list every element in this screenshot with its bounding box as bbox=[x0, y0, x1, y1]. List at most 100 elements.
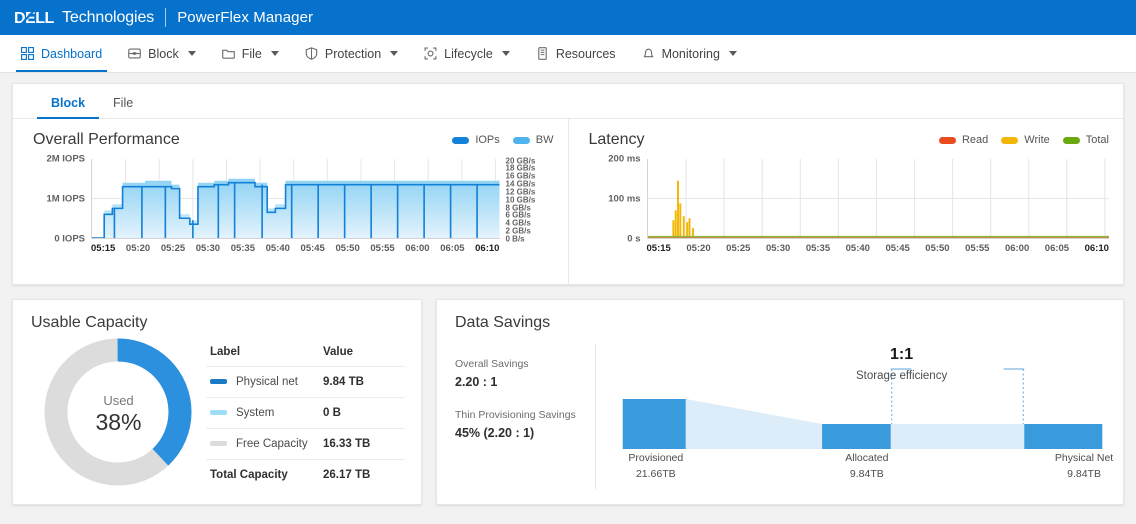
latency-title: Latency bbox=[588, 131, 645, 148]
iops-y-axis: 2M IOPS 1M IOPS 0 IOPS bbox=[33, 154, 91, 245]
legend-item-read[interactable]: Read bbox=[938, 134, 989, 146]
tab-label: Block bbox=[51, 96, 86, 110]
latency-chart: 200 ms 100 ms 0 s 05:15 05:20 05:25 05:3… bbox=[589, 154, 1110, 254]
nav-item-monitoring[interactable]: Monitoring bbox=[629, 35, 750, 72]
latency-legend: Read Write Total bbox=[938, 134, 1109, 146]
capacity-donut-chart[interactable]: Used 38% bbox=[31, 334, 206, 494]
x-tick: 05:30 bbox=[195, 243, 221, 254]
thin-provisioning-label: Thin Provisioning Savings bbox=[455, 409, 576, 421]
y-tick: 2M IOPS bbox=[46, 153, 85, 165]
x-tick: 05:50 bbox=[925, 243, 950, 254]
legend-item-write[interactable]: Write bbox=[1001, 134, 1050, 146]
table-row[interactable]: System 0 B bbox=[206, 397, 405, 429]
legend-item-iops[interactable]: IOPs bbox=[452, 134, 500, 146]
col-header-label: Label bbox=[210, 346, 241, 358]
data-savings-title: Data Savings bbox=[455, 314, 551, 331]
capacity-type-tabs: Block File bbox=[13, 84, 1123, 119]
y-tick: 100 ms bbox=[608, 193, 641, 205]
x-tick: 05:55 bbox=[965, 243, 990, 254]
nav-item-lifecycle[interactable]: Lifecycle bbox=[411, 35, 523, 72]
x-tick: 05:15 bbox=[91, 243, 116, 254]
latency-header: Latency Read Write Total bbox=[589, 131, 1110, 149]
nav-label: Lifecycle bbox=[444, 46, 493, 61]
x-tick: 06:05 bbox=[1044, 243, 1070, 254]
funnel-bar-physicalnet bbox=[1024, 424, 1103, 449]
y-tick: 0 s bbox=[627, 233, 641, 245]
x-tick: 06:00 bbox=[405, 243, 430, 254]
overall-performance-panel: Overall Performance IOPs BW 2M IOPS 1M I… bbox=[13, 119, 568, 284]
x-tick: 05:20 bbox=[125, 243, 151, 254]
top-navigation: Dashboard Block File Protection Lifecycl… bbox=[0, 35, 1136, 73]
chevron-down-icon bbox=[270, 51, 279, 56]
iops-x-axis: 05:15 05:20 05:25 05:30 05:35 05:40 05:4… bbox=[91, 239, 500, 254]
funnel-bar-allocated bbox=[822, 424, 891, 449]
iops-plot-column: 05:15 05:20 05:25 05:30 05:35 05:40 05:4… bbox=[91, 159, 500, 254]
total-value: 26.17 TB bbox=[319, 459, 405, 490]
x-tick: 05:40 bbox=[845, 243, 870, 254]
nav-label: Resources bbox=[555, 46, 616, 61]
overall-performance-legend: IOPs BW bbox=[452, 134, 554, 146]
savings-funnel-chart[interactable]: 1:1 Storage efficiency Provisioned 21.66… bbox=[595, 344, 1113, 489]
dell-logo[interactable]: DELL Technologies bbox=[14, 9, 154, 27]
nav-label: Protection bbox=[324, 46, 382, 61]
y2-tick: 0 B/s bbox=[505, 234, 525, 244]
nav-item-file[interactable]: File bbox=[209, 35, 292, 72]
legend-item-bw[interactable]: BW bbox=[512, 134, 554, 146]
row-label-cell: System bbox=[206, 397, 319, 429]
nav-item-resources[interactable]: Resources bbox=[523, 35, 629, 72]
thin-provisioning-value: 45% (2.20 : 1) bbox=[455, 426, 535, 440]
tab-file[interactable]: File bbox=[99, 84, 147, 118]
chevron-down-icon bbox=[501, 51, 510, 56]
capacity-table: Label Value Physical net 9.84 TB System … bbox=[206, 340, 405, 490]
y-tick: 1M IOPS bbox=[46, 193, 85, 205]
x-tick: 05:55 bbox=[370, 243, 395, 254]
usable-capacity-body: Used 38% Label Value Physical net 9.84 T… bbox=[31, 334, 405, 494]
nav-item-protection[interactable]: Protection bbox=[292, 35, 411, 72]
performance-row: Overall Performance IOPs BW 2M IOPS 1M I… bbox=[13, 119, 1123, 284]
legend-label: Read bbox=[961, 134, 989, 146]
table-row[interactable]: Free Capacity 16.33 TB bbox=[206, 428, 405, 460]
bottom-row: Usable Capacity Used 38% Label Value Phy… bbox=[12, 299, 1124, 505]
row-label: Physical net bbox=[236, 376, 299, 388]
total-label: Total Capacity bbox=[206, 459, 319, 490]
grid-icon bbox=[21, 47, 34, 60]
latency-panel: Latency Read Write Total 200 ms 100 ms 0… bbox=[567, 119, 1124, 284]
lifecycle-icon bbox=[424, 47, 437, 60]
table-header-row: Label Value bbox=[206, 340, 405, 367]
table-row[interactable]: Physical net 9.84 TB bbox=[206, 366, 405, 398]
chevron-down-icon bbox=[187, 51, 196, 56]
x-tick: 06:00 bbox=[1004, 243, 1030, 254]
series-color-dash bbox=[210, 441, 227, 447]
brand-technologies-text: Technologies bbox=[62, 8, 155, 26]
usable-capacity-title: Usable Capacity bbox=[31, 314, 148, 331]
legend-label: BW bbox=[535, 134, 554, 146]
nav-item-dashboard[interactable]: Dashboard bbox=[8, 35, 115, 72]
overall-savings-label: Overall Savings bbox=[455, 358, 529, 370]
iops-plot-area[interactable] bbox=[91, 159, 500, 239]
x-tick: 06:10 bbox=[1084, 243, 1109, 254]
tab-block[interactable]: Block bbox=[37, 84, 100, 119]
nav-label: Monitoring bbox=[661, 46, 720, 61]
legend-label: Total bbox=[1085, 134, 1109, 146]
app-title: PowerFlex Manager bbox=[177, 9, 314, 26]
legend-label: Write bbox=[1024, 134, 1050, 146]
nav-item-block[interactable]: Block bbox=[115, 35, 209, 72]
brand-bar: DELL Technologies PowerFlex Manager bbox=[0, 0, 1136, 35]
x-tick: 05:15 bbox=[646, 243, 671, 254]
row-label: System bbox=[236, 407, 275, 419]
legend-item-total[interactable]: Total bbox=[1062, 134, 1109, 146]
funnel-flow-2 bbox=[890, 424, 1025, 449]
row-label: Free Capacity bbox=[236, 438, 308, 450]
row-value: 0 B bbox=[319, 397, 405, 429]
nav-label: Block bbox=[148, 46, 179, 61]
row-label-cell: Free Capacity bbox=[206, 428, 319, 460]
nav-label: Dashboard bbox=[41, 46, 103, 61]
x-tick: 05:25 bbox=[726, 243, 751, 254]
latency-x-axis: 05:15 05:20 05:25 05:30 05:35 05:40 05:4… bbox=[647, 239, 1110, 254]
table-total-row: Total Capacity 26.17 TB bbox=[206, 459, 405, 490]
bell-icon bbox=[642, 47, 655, 60]
data-savings-body: Overall Savings 2.20 : 1 Thin Provisioni… bbox=[455, 344, 1113, 489]
series-color-dash bbox=[210, 410, 227, 416]
legend-swatch-total bbox=[1062, 136, 1080, 144]
latency-plot-area[interactable] bbox=[646, 159, 1109, 239]
